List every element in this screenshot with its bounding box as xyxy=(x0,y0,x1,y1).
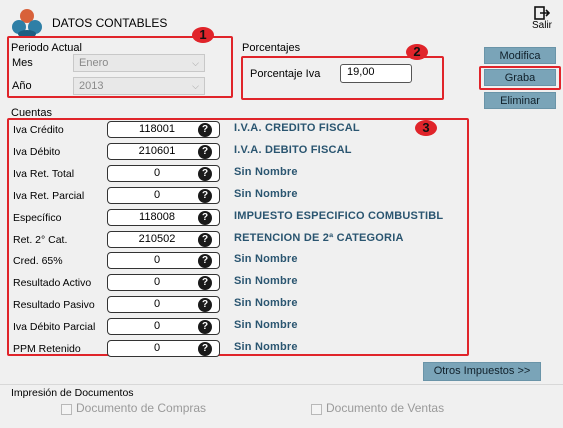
mes-select[interactable]: Enero ⌵ xyxy=(73,54,205,72)
account-code-value: 0 xyxy=(153,298,161,310)
divider xyxy=(0,384,563,385)
compras-label: Documento de Compras xyxy=(76,401,207,415)
help-icon[interactable]: ? xyxy=(198,145,212,159)
account-label: Iva Débito xyxy=(13,146,61,158)
account-code-value: 210502 xyxy=(138,233,176,245)
account-code-value: 0 xyxy=(153,254,161,266)
account-code-input[interactable]: 0? xyxy=(107,296,220,313)
account-label: Resultado Pasivo xyxy=(13,299,95,311)
account-code-value: 0 xyxy=(153,189,161,201)
account-code-value: 0 xyxy=(153,276,161,288)
exit-door-icon xyxy=(534,6,550,20)
porcentaje-iva-label: Porcentaje Iva xyxy=(250,68,321,80)
account-name: Sin Nombre xyxy=(234,297,298,309)
account-label: Específico xyxy=(13,212,62,224)
account-code-input[interactable]: 0? xyxy=(107,318,220,335)
account-label: Cred. 65% xyxy=(13,255,63,267)
anio-select[interactable]: 2013 ⌵ xyxy=(73,77,205,95)
account-name: Sin Nombre xyxy=(234,166,298,178)
help-icon[interactable]: ? xyxy=(198,276,212,290)
exit-button[interactable]: Salir xyxy=(527,6,557,36)
account-code-value: 0 xyxy=(153,167,161,179)
help-icon[interactable]: ? xyxy=(198,211,212,225)
account-name: Sin Nombre xyxy=(234,275,298,287)
badge-1: 1 xyxy=(192,27,214,43)
account-code-input[interactable]: 0? xyxy=(107,252,220,269)
help-icon[interactable]: ? xyxy=(198,298,212,312)
account-code-input[interactable]: 118008? xyxy=(107,209,220,226)
badge-2: 2 xyxy=(406,44,428,60)
app-logo-icon xyxy=(10,8,44,38)
mes-label: Mes xyxy=(12,57,33,69)
account-code-input[interactable]: 0? xyxy=(107,187,220,204)
help-icon[interactable]: ? xyxy=(198,254,212,268)
account-name: Sin Nombre xyxy=(234,341,298,353)
account-label: Iva Ret. Total xyxy=(13,168,75,180)
ventas-checkbox[interactable] xyxy=(311,404,322,415)
account-name: RETENCION DE 2ª CATEGORIA xyxy=(234,232,404,244)
account-code-value: 118008 xyxy=(139,211,175,223)
account-code-input[interactable]: 0? xyxy=(107,165,220,182)
periodo-title: Periodo Actual xyxy=(11,42,82,54)
account-code-value: 118001 xyxy=(139,123,175,135)
help-icon[interactable]: ? xyxy=(198,233,212,247)
eliminar-button[interactable]: Eliminar xyxy=(484,92,556,109)
account-name: IMPUESTO ESPECIFICO COMBUSTIBL xyxy=(234,210,444,222)
window-title: DATOS CONTABLES xyxy=(52,16,168,30)
compras-checkbox[interactable] xyxy=(61,404,72,415)
anio-value: 2013 xyxy=(79,80,104,92)
account-label: Iva Débito Parcial xyxy=(13,321,96,333)
account-label: PPM Retenido xyxy=(13,343,81,355)
help-icon[interactable]: ? xyxy=(198,189,212,203)
account-code-input[interactable]: 210601? xyxy=(107,143,220,160)
ventas-label: Documento de Ventas xyxy=(326,401,445,415)
account-code-value: 0 xyxy=(153,342,161,354)
account-code-input[interactable]: 118001? xyxy=(107,121,220,138)
account-name: I.V.A. CREDITO FISCAL xyxy=(234,122,360,134)
account-name: Sin Nombre xyxy=(234,253,298,265)
chevron-down-icon: ⌵ xyxy=(192,57,199,68)
mes-value: Enero xyxy=(79,57,109,69)
exit-label: Salir xyxy=(531,20,552,31)
account-label: Iva Crédito xyxy=(13,124,64,136)
account-label: Ret. 2° Cat. xyxy=(13,234,68,246)
modifica-button[interactable]: Modifica xyxy=(484,47,556,64)
account-code-value: 0 xyxy=(153,320,161,332)
chevron-down-icon: ⌵ xyxy=(192,80,199,91)
account-name: Sin Nombre xyxy=(234,188,298,200)
badge-3: 3 xyxy=(415,120,437,136)
otros-impuestos-button[interactable]: Otros Impuestos >> xyxy=(423,362,541,381)
impresion-title: Impresión de Documentos xyxy=(11,387,134,399)
account-code-input[interactable]: 0? xyxy=(107,274,220,291)
account-label: Resultado Activo xyxy=(13,277,92,289)
help-icon[interactable]: ? xyxy=(198,342,212,356)
porcentajes-title: Porcentajes xyxy=(242,42,301,54)
account-label: Iva Ret. Parcial xyxy=(13,190,85,202)
account-name: I.V.A. DEBITO FISCAL xyxy=(234,144,352,156)
account-code-input[interactable]: 0? xyxy=(107,340,220,357)
help-icon[interactable]: ? xyxy=(198,167,212,181)
help-icon[interactable]: ? xyxy=(198,123,212,137)
graba-button[interactable]: Graba xyxy=(484,69,556,86)
account-code-value: 210601 xyxy=(138,145,176,157)
porcentaje-iva-input[interactable]: 19,00 xyxy=(340,64,412,83)
anio-label: Año xyxy=(12,80,32,92)
account-code-input[interactable]: 210502? xyxy=(107,231,220,248)
account-name: Sin Nombre xyxy=(234,319,298,331)
help-icon[interactable]: ? xyxy=(198,320,212,334)
